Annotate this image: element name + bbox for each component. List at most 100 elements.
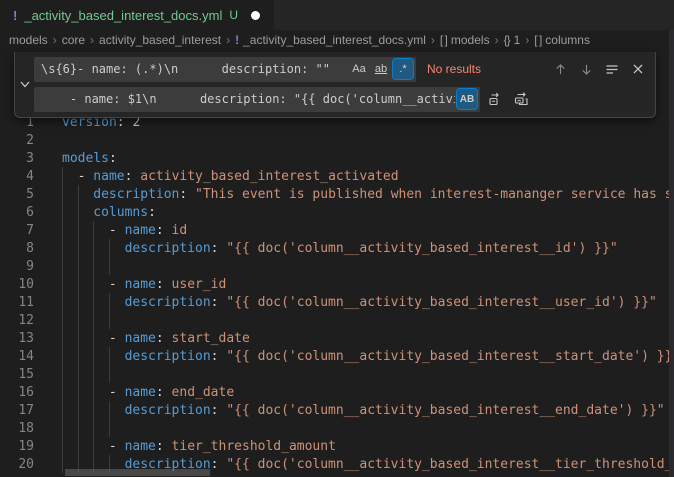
code-text: - name: id bbox=[62, 221, 187, 239]
indent-guide bbox=[62, 239, 78, 257]
modified-dot-icon[interactable] bbox=[251, 11, 260, 20]
breadcrumb-item-_activity_based_interest_docs.yml[interactable]: !_activity_based_interest_docs.yml bbox=[235, 33, 426, 47]
line-number: 14 bbox=[0, 349, 34, 364]
next-match-button[interactable] bbox=[575, 58, 597, 80]
code-line[interactable]: 17description: "{{ doc('column__activity… bbox=[0, 401, 669, 419]
code-line[interactable]: 16- name: end_date bbox=[0, 383, 669, 401]
breadcrumb-item-columns[interactable]: [ ] columns bbox=[534, 33, 590, 47]
line-number: 8 bbox=[0, 241, 34, 256]
code-line[interactable]: 6columns: bbox=[0, 203, 669, 221]
indent-guide bbox=[78, 275, 94, 293]
code-line[interactable]: 19- name: tier_threshold_amount bbox=[0, 437, 669, 455]
code-line[interactable]: 11 description: "{{ doc('column__activity… bbox=[0, 293, 669, 311]
line-number: 11 bbox=[0, 295, 34, 310]
indent-guide bbox=[109, 365, 125, 383]
close-find-button[interactable] bbox=[627, 58, 649, 80]
breadcrumb-item-models[interactable]: models bbox=[9, 33, 48, 47]
match-case-toggle[interactable]: Aa bbox=[349, 59, 369, 79]
code-text: - name: start_date bbox=[62, 329, 250, 347]
code-text: description: "{{ doc('column__activity_b… bbox=[62, 401, 665, 419]
preserve-case-toggle[interactable]: AB bbox=[457, 89, 477, 109]
breadcrumb-label: columns bbox=[545, 33, 590, 47]
array-symbol-icon: [ ] bbox=[534, 33, 541, 47]
line-number: 9 bbox=[0, 259, 34, 274]
breadcrumb-label: activity_based_interest bbox=[99, 33, 221, 47]
code-text: description: "This event is published wh… bbox=[62, 185, 669, 203]
replace-all-button[interactable] bbox=[510, 88, 532, 110]
indent-guide bbox=[109, 311, 125, 329]
editor-tab[interactable]: ! _activity_based_interest_docs.yml U bbox=[0, 0, 274, 30]
indent-guide bbox=[109, 239, 125, 257]
vscode-window: ! _activity_based_interest_docs.yml U mo… bbox=[0, 0, 674, 477]
indent-guide bbox=[109, 293, 125, 311]
code-line[interactable]: 15 bbox=[0, 365, 669, 383]
whole-word-toggle[interactable]: ab bbox=[371, 59, 391, 79]
indent-guide bbox=[78, 203, 94, 221]
code-line[interactable]: 14description: "{{ doc('column__activity… bbox=[0, 347, 669, 365]
vertical-scrollbar-track[interactable] bbox=[669, 30, 674, 477]
indent-guide bbox=[62, 347, 78, 365]
find-query-text[interactable]: \s{6}- name: (.*)\n description: "" bbox=[41, 62, 347, 76]
breadcrumb-item-1[interactable]: {}1 bbox=[504, 33, 521, 47]
code-line[interactable]: 18 bbox=[0, 419, 669, 437]
code-line[interactable]: 4- name: activity_based_interest_activat… bbox=[0, 167, 669, 185]
regex-toggle[interactable]: .* bbox=[393, 59, 413, 79]
indent-guide bbox=[62, 275, 78, 293]
breadcrumb-item-activity_based_interest[interactable]: activity_based_interest bbox=[99, 33, 221, 47]
breadcrumb-label: 1 bbox=[514, 33, 521, 47]
indent-guide bbox=[78, 311, 94, 329]
arrow-down-icon bbox=[580, 63, 593, 76]
indent-guide bbox=[93, 347, 109, 365]
array-symbol-icon: [ ] bbox=[440, 33, 447, 47]
code-text bbox=[62, 257, 125, 275]
replace-row: - name: $1\n description: "{{ doc('colum… bbox=[34, 86, 649, 112]
indent-guide bbox=[78, 293, 94, 311]
line-number: 12 bbox=[0, 313, 34, 328]
code-line[interactable]: 8description: "{{ doc('column__activity_… bbox=[0, 239, 669, 257]
code-line[interactable]: 5description: "This event is published w… bbox=[0, 185, 669, 203]
line-number: 2 bbox=[0, 133, 34, 148]
arrow-up-icon bbox=[554, 63, 567, 76]
code-text: description: "{{ doc('column__activity_b… bbox=[62, 293, 657, 311]
line-number: 18 bbox=[0, 421, 34, 436]
code-line[interactable]: 3models: bbox=[0, 149, 669, 167]
code-text: - name: user_id bbox=[62, 275, 226, 293]
code-line[interactable]: 7- name: id bbox=[0, 221, 669, 239]
indent-guide bbox=[93, 419, 109, 437]
indent-guide bbox=[109, 347, 125, 365]
code-line[interactable]: 12 bbox=[0, 311, 669, 329]
toggle-replace-button[interactable] bbox=[15, 56, 34, 112]
indent-guide bbox=[62, 185, 78, 203]
line-number: 10 bbox=[0, 277, 34, 292]
code-line[interactable]: 9 bbox=[0, 257, 669, 275]
indent-guide bbox=[62, 365, 78, 383]
find-replace-widget: \s{6}- name: (.*)\n description: "" Aa a… bbox=[14, 52, 656, 118]
indent-guide bbox=[62, 293, 78, 311]
indent-guide bbox=[62, 203, 78, 221]
indent-guide bbox=[109, 257, 125, 275]
line-number: 15 bbox=[0, 367, 34, 382]
code-editor[interactable]: 1version: 223models:4- name: activity_ba… bbox=[0, 113, 669, 477]
selection-lines-icon bbox=[605, 62, 619, 76]
breadcrumb-label: models bbox=[451, 33, 490, 47]
indent-guide bbox=[78, 221, 94, 239]
horizontal-scrollbar-thumb[interactable] bbox=[65, 469, 210, 476]
code-line[interactable]: 13- name: start_date bbox=[0, 329, 669, 347]
indent-guide bbox=[78, 185, 94, 203]
code-text bbox=[62, 365, 125, 383]
find-in-selection-button[interactable] bbox=[601, 58, 623, 80]
replace-input[interactable]: - name: $1\n description: "{{ doc('colum… bbox=[34, 87, 480, 112]
git-status-badge: U bbox=[229, 8, 238, 22]
code-line[interactable]: 2 bbox=[0, 131, 669, 149]
yaml-symbol-icon: ! bbox=[235, 33, 239, 47]
code-line[interactable]: 10 - name: user_id bbox=[0, 275, 669, 293]
previous-match-button[interactable] bbox=[549, 58, 571, 80]
replace-button[interactable] bbox=[484, 88, 506, 110]
replace-value-text[interactable]: - name: $1\n description: "{{ doc('colum… bbox=[41, 92, 455, 106]
breadcrumb-item-models[interactable]: [ ] models bbox=[440, 33, 490, 47]
breadcrumb-item-core[interactable]: core bbox=[62, 33, 85, 47]
find-row: \s{6}- name: (.*)\n description: "" Aa a… bbox=[34, 56, 649, 82]
find-input[interactable]: \s{6}- name: (.*)\n description: "" Aa a… bbox=[34, 57, 416, 82]
indent-guide bbox=[93, 221, 109, 239]
line-number: 19 bbox=[0, 439, 34, 454]
